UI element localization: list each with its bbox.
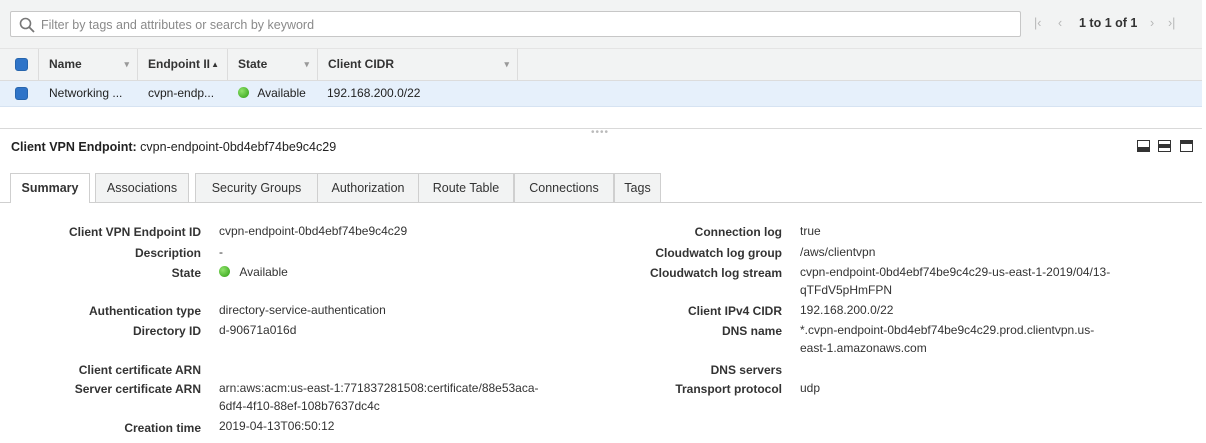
search-icon xyxy=(19,17,35,33)
field-value: /aws/clientvpn xyxy=(800,245,876,259)
value-line: cvpn-endpoint-0bd4ebf74be9c4c29-us-east-… xyxy=(800,265,1111,279)
status-available-icon xyxy=(238,87,249,98)
field-label: Connection log xyxy=(694,225,782,239)
field-label: Cloudwatch log group xyxy=(655,246,782,260)
tab-associations[interactable]: Associations xyxy=(95,173,189,202)
field-label: Transport protocol xyxy=(675,382,782,396)
field-label: Server certificate ARN xyxy=(74,382,201,396)
field-value: cvpn-endpoint-0bd4ebf74be9c4c29 xyxy=(219,224,408,238)
column-label: Endpoint II xyxy=(148,57,210,71)
filter-bar: Filter by tags and attributes or search … xyxy=(0,0,1202,48)
cell-endpoint-id: cvpn-endp... xyxy=(148,86,215,100)
search-input[interactable]: Filter by tags and attributes or search … xyxy=(10,11,1021,37)
field-label: Directory ID xyxy=(132,324,201,338)
pager-count: 1 to 1 of 1 xyxy=(1079,16,1138,30)
sort-asc-icon: ▲ xyxy=(211,60,219,69)
field-label: Authentication type xyxy=(88,304,201,318)
field-label: Cloudwatch log stream xyxy=(649,266,782,280)
detail-title: Client VPN Endpoint: cvpn-endpoint-0bd4e… xyxy=(11,140,336,154)
column-header-name[interactable]: Name ▾ xyxy=(39,49,138,81)
field-label: State xyxy=(171,266,201,280)
value-line: 6df4-4f10-88ef-108b7637dc4c xyxy=(219,399,380,413)
field-value: arn:aws:acm:us-east-1:771837281508:certi… xyxy=(219,379,539,415)
field-value: 2019-04-13T06:50:12 xyxy=(219,419,335,433)
row-checkbox[interactable] xyxy=(15,87,28,100)
detail-title-label: Client VPN Endpoint: xyxy=(11,140,137,154)
state-text: Available xyxy=(257,86,306,100)
search-placeholder: Filter by tags and attributes or search … xyxy=(41,18,315,32)
pagination: |‹ ‹ 1 to 1 of 1 › ›| xyxy=(1030,16,1190,36)
field-value: cvpn-endpoint-0bd4ebf74be9c4c29-us-east-… xyxy=(800,263,1110,299)
layout-full-icon[interactable] xyxy=(1180,140,1193,152)
field-label: Description xyxy=(134,246,201,260)
first-page-icon[interactable]: |‹ xyxy=(1034,16,1041,30)
next-page-icon[interactable]: › xyxy=(1150,16,1154,30)
value-line: east-1.amazonaws.com xyxy=(800,341,927,355)
tab-route-table[interactable]: Route Table xyxy=(418,173,514,202)
tab-summary[interactable]: Summary xyxy=(10,173,90,203)
field-value: d-90671a016d xyxy=(219,323,297,337)
detail-title-value: cvpn-endpoint-0bd4ebf74be9c4c29 xyxy=(140,140,337,154)
field-value: 192.168.200.0/22 xyxy=(800,303,894,317)
cell-state: Available xyxy=(238,81,306,106)
layout-split-icon[interactable] xyxy=(1158,140,1171,152)
dropdown-icon: ▾ xyxy=(304,59,309,69)
column-header-endpoint-id[interactable]: Endpoint II ▲ xyxy=(138,49,228,81)
value-line: qTFdV5pHmFPN xyxy=(800,283,893,297)
field-value: *.cvpn-endpoint-0bd4ebf74be9c4c29.prod.c… xyxy=(800,321,1094,357)
table-header: Name ▾ Endpoint II ▲ State ▾ Client CIDR… xyxy=(0,48,1202,81)
column-label: Client CIDR xyxy=(328,57,394,71)
field-label: DNS servers xyxy=(710,363,782,377)
select-all-cell xyxy=(0,49,39,81)
last-page-icon[interactable]: ›| xyxy=(1168,16,1175,30)
tab-tags[interactable]: Tags xyxy=(614,173,661,202)
splitter-grip-icon[interactable]: •••• xyxy=(591,127,609,138)
prev-page-icon[interactable]: ‹ xyxy=(1058,16,1062,30)
tab-authorization[interactable]: Authorization xyxy=(317,173,419,202)
select-all-checkbox[interactable] xyxy=(15,58,28,71)
field-value-state: Available xyxy=(219,263,288,281)
value-line: *.cvpn-endpoint-0bd4ebf74be9c4c29.prod.c… xyxy=(800,323,1095,337)
field-value: directory-service-authentication xyxy=(219,303,386,317)
field-label: Client IPv4 CIDR xyxy=(687,304,782,318)
field-value: - xyxy=(219,245,223,259)
field-label: Client VPN Endpoint ID xyxy=(69,225,201,239)
cell-name: Networking ... xyxy=(49,86,123,100)
column-label: Name xyxy=(49,57,82,71)
status-available-icon xyxy=(219,266,230,277)
field-label: Creation time xyxy=(124,421,201,435)
field-label: Client certificate ARN xyxy=(78,363,201,377)
layout-bottom-icon[interactable] xyxy=(1137,140,1150,152)
tab-security-groups[interactable]: Security Groups xyxy=(195,173,318,202)
dropdown-icon: ▾ xyxy=(504,59,509,69)
field-value: true xyxy=(800,224,821,238)
column-header-client-cidr[interactable]: Client CIDR ▾ xyxy=(318,49,518,81)
dropdown-icon: ▾ xyxy=(124,59,129,69)
column-label: State xyxy=(238,57,268,71)
column-header-state[interactable]: State ▾ xyxy=(228,49,318,81)
value-line: arn:aws:acm:us-east-1:771837281508:certi… xyxy=(219,381,539,395)
cell-client-cidr: 192.168.200.0/22 xyxy=(327,86,421,100)
field-label: DNS name xyxy=(721,324,782,338)
tab-baseline xyxy=(0,202,1202,203)
table-row[interactable]: Networking ... cvpn-endp... Available 19… xyxy=(0,81,1202,107)
field-value: udp xyxy=(800,381,821,395)
tab-connections[interactable]: Connections xyxy=(514,173,614,202)
state-text: Available xyxy=(239,265,288,279)
